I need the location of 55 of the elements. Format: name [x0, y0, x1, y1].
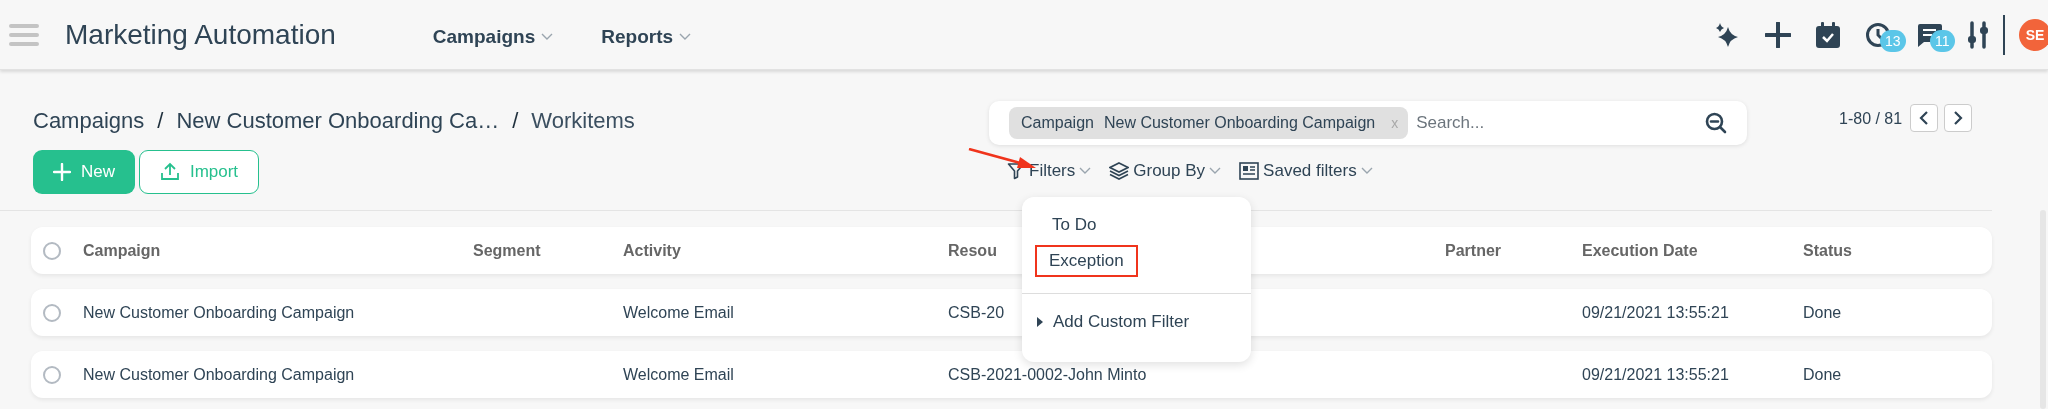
count-badge: 13: [1880, 29, 1906, 52]
breadcrumb-separator: /: [511, 108, 520, 134]
group-by-menu[interactable]: Group By: [1109, 161, 1222, 181]
plus-icon: [53, 163, 71, 181]
checkbox[interactable]: [43, 303, 61, 322]
chevron-down-icon: [1209, 167, 1222, 175]
sliders-icon[interactable]: [1967, 20, 1989, 49]
column-header[interactable]: Status: [1803, 241, 1852, 260]
checkbox[interactable]: [43, 241, 61, 260]
nav-menu[interactable]: Reports: [601, 25, 692, 48]
table-cell: Done: [1803, 365, 1842, 384]
chevron-left-icon: [1919, 111, 1930, 125]
saved-filters-icon: [1239, 162, 1260, 180]
layers-icon: [1109, 162, 1130, 180]
table-cell: Welcome Email: [623, 365, 734, 384]
chevron-down-icon: [679, 32, 692, 41]
breadcrumb-link[interactable]: New Customer Onboarding Ca…: [176, 108, 500, 134]
table-cell: Welcome Email: [623, 303, 734, 322]
plus-icon[interactable]: [1765, 21, 1791, 48]
column-header[interactable]: Campaign: [83, 241, 161, 260]
next-page-button[interactable]: [1944, 104, 1973, 132]
chevron-down-icon: [1079, 167, 1092, 175]
column-header[interactable]: Activity: [623, 241, 681, 260]
table-cell: New Customer Onboarding Campaign: [83, 365, 355, 384]
table-cell: CSB-20: [948, 303, 1005, 322]
calendar-icon[interactable]: [1815, 20, 1841, 49]
column-header[interactable]: Resou: [948, 241, 997, 260]
breadcrumb-link[interactable]: Campaigns: [33, 108, 145, 134]
search-icon[interactable]: [1705, 112, 1727, 134]
menu-item[interactable]: Add Custom Filter: [1034, 306, 1192, 338]
column-header[interactable]: Execution Date: [1582, 241, 1698, 260]
count-badge: 11: [1930, 29, 1955, 52]
chevron-down-icon: [1360, 167, 1373, 175]
upload-icon: [159, 162, 180, 182]
table-cell: 09/21/2021 13:55:21: [1582, 365, 1729, 384]
app-title: Marketing Automation: [65, 18, 336, 51]
chevron-right-icon: [1953, 111, 1964, 125]
column-header[interactable]: Partner: [1445, 241, 1502, 260]
caret-right-icon: [1036, 316, 1044, 328]
menu-item[interactable]: Exception: [1035, 245, 1138, 277]
table-cell: 09/21/2021 13:55:21: [1582, 303, 1729, 322]
menu-item[interactable]: To Do: [1050, 209, 1099, 241]
table-cell: Done: [1803, 303, 1842, 322]
saved-filters-menu[interactable]: Saved filters: [1239, 161, 1373, 181]
breadcrumb-separator: /: [156, 108, 165, 134]
pager-range: 1-80 / 81: [1839, 110, 1903, 128]
chevron-down-icon: [541, 32, 554, 41]
column-header[interactable]: Segment: [473, 241, 541, 260]
breadcrumb-current: Workitems: [531, 108, 635, 134]
previous-page-button[interactable]: [1910, 104, 1939, 132]
table-cell: New Customer Onboarding Campaign: [83, 303, 355, 322]
nav-menu[interactable]: Campaigns: [432, 25, 554, 48]
table-row[interactable]: New Customer Onboarding Campaign Welcome Email CSB-2021-0002-John Minto 09/21/2021 13:55:21 Done: [31, 351, 1992, 398]
table-cell: CSB-2021-0002-John Minto: [948, 365, 1147, 384]
checkbox[interactable]: [43, 365, 61, 384]
